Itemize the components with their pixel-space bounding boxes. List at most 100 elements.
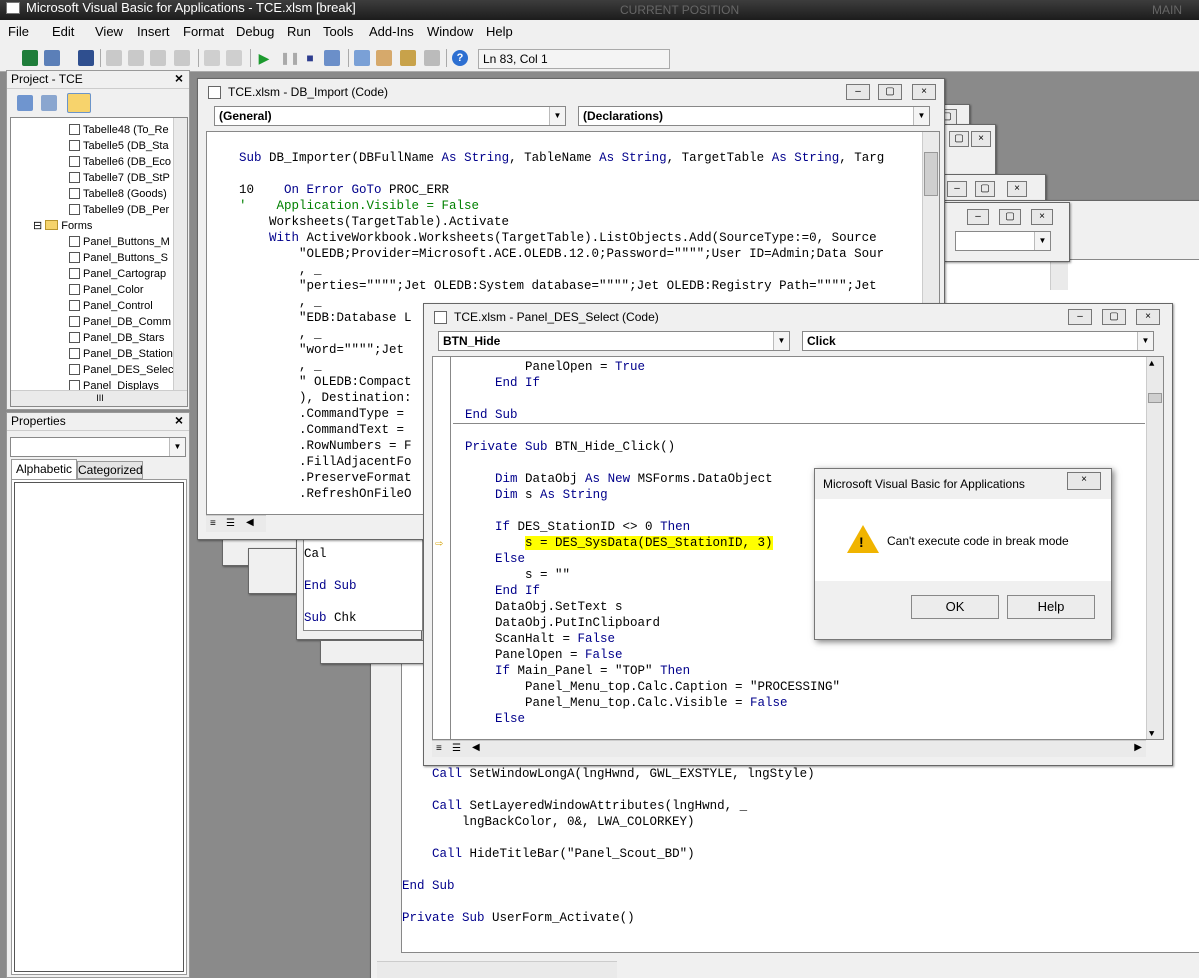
- code-line[interactable]: ), Destination:: [239, 390, 412, 406]
- code-line[interactable]: s = "": [465, 567, 570, 583]
- break-icon[interactable]: ❚❚: [280, 50, 300, 66]
- code-line[interactable]: DataObj.SetText s: [465, 599, 623, 615]
- procedure-view-icon[interactable]: ≡: [210, 518, 216, 529]
- menu-add-ins[interactable]: Add-Ins: [369, 24, 414, 39]
- scroll-right-icon[interactable]: ▶: [1134, 742, 1142, 753]
- code-line[interactable]: End If: [465, 375, 540, 391]
- procedure-select[interactable]: ▼: [955, 231, 1051, 251]
- scroll-left-icon[interactable]: ◀: [246, 517, 254, 528]
- tree-item[interactable]: Panel_Control: [69, 298, 153, 314]
- code-line[interactable]: Private Sub UserForm_Activate(): [402, 910, 635, 926]
- tree-item[interactable]: Panel_Color: [69, 282, 144, 298]
- full-module-view-icon[interactable]: ☰: [226, 518, 235, 529]
- background-code-window[interactable]: – ▢ × ▼: [944, 202, 1070, 262]
- tree-item[interactable]: Tabelle48 (To_Re: [69, 122, 169, 138]
- tree-item[interactable]: Panel_DES_Selec: [69, 362, 174, 378]
- design-mode-icon[interactable]: [324, 50, 340, 66]
- help-icon[interactable]: ?: [452, 50, 468, 66]
- code-line[interactable]: Cal: [304, 546, 327, 562]
- code-line[interactable]: "EDB:Database L: [239, 310, 412, 326]
- menu-edit[interactable]: Edit: [52, 24, 74, 39]
- code-line[interactable]: Sub Chk: [304, 610, 357, 626]
- code-line[interactable]: Call SetLayeredWindowAttributes(lngHwnd,…: [402, 798, 747, 814]
- code-window-title-bar[interactable]: TCE.xlsm - Panel_DES_Select (Code): [424, 304, 1172, 330]
- tree-item[interactable]: Panel_Cartograp: [69, 266, 166, 282]
- code-line[interactable]: , _: [239, 358, 322, 374]
- code-line[interactable]: s = DES_SysData(DES_StationID, 3): [465, 535, 773, 551]
- code-line[interactable]: "perties="""";Jet OLEDB:System database=…: [239, 278, 877, 294]
- code-line[interactable]: ScanHalt = False: [465, 631, 615, 647]
- view-code-icon[interactable]: [17, 95, 33, 111]
- cut-icon[interactable]: [106, 50, 122, 66]
- code-line[interactable]: PanelOpen = True: [465, 359, 645, 375]
- help-button[interactable]: Help: [1007, 595, 1095, 619]
- maximize-icon[interactable]: ▢: [949, 131, 969, 147]
- toolbox-icon[interactable]: [424, 50, 440, 66]
- object-select[interactable]: BTN_Hide ▼: [438, 331, 790, 351]
- close-icon[interactable]: ×: [971, 131, 991, 147]
- code-line[interactable]: End Sub: [304, 578, 357, 594]
- tree-item[interactable]: Panel_DB_Comm: [69, 314, 171, 330]
- menu-file[interactable]: File: [8, 24, 29, 39]
- code-line[interactable]: Panel_Menu_top.Calc.Caption = "PROCESSIN…: [465, 679, 840, 695]
- code-line[interactable]: If Main_Panel = "TOP" Then: [465, 663, 690, 679]
- full-module-view-icon[interactable]: ☰: [452, 743, 461, 754]
- close-icon[interactable]: ×: [172, 71, 186, 86]
- run-icon[interactable]: ▶: [256, 50, 272, 66]
- find-icon[interactable]: [174, 50, 190, 66]
- code-window-title-bar[interactable]: TCE.xlsm - DB_Import (Code): [198, 79, 944, 105]
- reset-icon[interactable]: ■: [302, 50, 318, 66]
- code-line[interactable]: 10 On Error GoTo PROC_ERR: [239, 182, 449, 198]
- copy-icon[interactable]: [128, 50, 144, 66]
- tree-item[interactable]: Tabelle5 (DB_Sta: [69, 138, 169, 154]
- background-code-window[interactable]: [320, 640, 424, 664]
- code-line[interactable]: "OLEDB;Provider=Microsoft.ACE.OLEDB.12.0…: [239, 246, 884, 262]
- code-line[interactable]: , _: [239, 326, 322, 342]
- code-line[interactable]: Panel_Menu_top.Calc.Visible = False: [465, 695, 788, 711]
- collapse-icon[interactable]: ⊟: [33, 220, 42, 232]
- tab-categorized[interactable]: Categorized: [77, 461, 143, 479]
- toggle-folders-icon[interactable]: [67, 93, 91, 113]
- code-line[interactable]: Call HideTitleBar("Panel_Scout_BD"): [402, 846, 695, 862]
- save-icon[interactable]: [78, 50, 94, 66]
- view-object-icon[interactable]: [41, 95, 57, 111]
- close-icon[interactable]: ×: [1007, 181, 1027, 197]
- code-line[interactable]: Worksheets(TargetTable).Activate: [239, 214, 509, 230]
- menu-run[interactable]: Run: [287, 24, 311, 39]
- tree-item[interactable]: Tabelle6 (DB_Eco: [69, 154, 171, 170]
- insert-userform-icon[interactable]: [44, 50, 60, 66]
- scroll-left-icon[interactable]: ◀: [472, 742, 480, 753]
- redo-icon[interactable]: [226, 50, 242, 66]
- maximize-icon[interactable]: ▢: [1102, 309, 1126, 325]
- code-line[interactable]: Dim DataObj As New MSForms.DataObject: [465, 471, 773, 487]
- tab-alphabetic[interactable]: Alphabetic: [11, 459, 77, 479]
- code-line[interactable]: .RowNumbers = F: [239, 438, 412, 454]
- procedure-view-icon[interactable]: ≡: [436, 743, 442, 754]
- menu-view[interactable]: View: [95, 24, 123, 39]
- horizontal-scrollbar[interactable]: ≡ ☰ ◀: [206, 515, 266, 532]
- project-explorer-icon[interactable]: [354, 50, 370, 66]
- close-icon[interactable]: ×: [172, 413, 186, 428]
- object-select[interactable]: (General) ▼: [214, 106, 566, 126]
- close-icon[interactable]: ×: [1136, 309, 1160, 325]
- procedure-select[interactable]: Click ▼: [802, 331, 1154, 351]
- project-tree-vscrollbar[interactable]: [173, 118, 187, 390]
- code-line[interactable]: DataObj.PutInClipboard: [465, 615, 660, 631]
- code-line[interactable]: "word="""";Jet: [239, 342, 404, 358]
- code-line[interactable]: Else: [465, 551, 525, 567]
- properties-window-icon[interactable]: [376, 50, 392, 66]
- tree-item[interactable]: Panel_Buttons_S: [69, 250, 168, 266]
- code-line[interactable]: .CommandType =: [239, 406, 404, 422]
- object-browser-icon[interactable]: [400, 50, 416, 66]
- code-line[interactable]: Call SetWindowLongA(lngHwnd, GWL_EXSTYLE…: [402, 766, 815, 782]
- tree-item[interactable]: Tabelle8 (Goods): [69, 186, 167, 202]
- code-line[interactable]: .FillAdjacentFo: [239, 454, 412, 470]
- horizontal-scrollbar[interactable]: ≡ ☰ ◀ ▶: [432, 740, 1146, 757]
- code-line[interactable]: .CommandText =: [239, 422, 404, 438]
- tree-item[interactable]: Tabelle9 (DB_Per: [69, 202, 169, 218]
- undo-icon[interactable]: [204, 50, 220, 66]
- code-line[interactable]: End Sub: [402, 878, 455, 894]
- code-line[interactable]: , _: [239, 262, 322, 278]
- code-line[interactable]: Sub DB_Importer(DBFullName As String, Ta…: [239, 150, 884, 166]
- margin-indicator-bar[interactable]: ⇨: [433, 357, 451, 739]
